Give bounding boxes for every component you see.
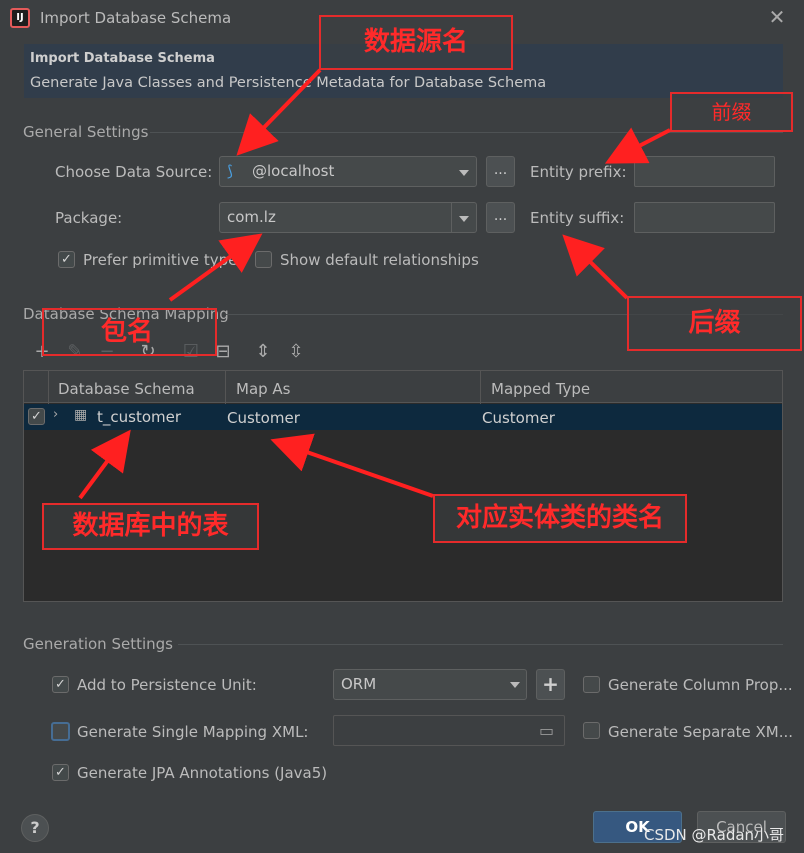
annotation-prefix-text: 前缀: [711, 100, 752, 124]
annotation-db-table-text: 数据库中的表: [72, 511, 229, 541]
annotation-data-source-box: 数据源名: [319, 15, 513, 70]
annotation-entity-class-box: 对应实体类的类名: [433, 494, 687, 543]
annotation-data-source-text: 数据源名: [363, 27, 468, 57]
annotation-prefix-box: 前缀: [670, 92, 793, 132]
arrow-to-map-as: [270, 433, 434, 498]
annotation-package-box: 包名: [42, 308, 217, 356]
annotation-entity-class-text: 对应实体类的类名: [455, 503, 664, 533]
arrow-to-prefix: [604, 127, 671, 164]
arrow-to-suffix: [562, 234, 629, 300]
annotation-db-table-box: 数据库中的表: [42, 503, 259, 550]
arrow-to-table: [78, 429, 131, 500]
arrow-to-package: [168, 233, 263, 302]
annotation-suffix-box: 后缀: [627, 296, 802, 351]
arrow-to-data-source: [236, 68, 322, 156]
annotation-package-text: 包名: [101, 317, 154, 347]
annotation-suffix-text: 后缀: [688, 308, 741, 338]
